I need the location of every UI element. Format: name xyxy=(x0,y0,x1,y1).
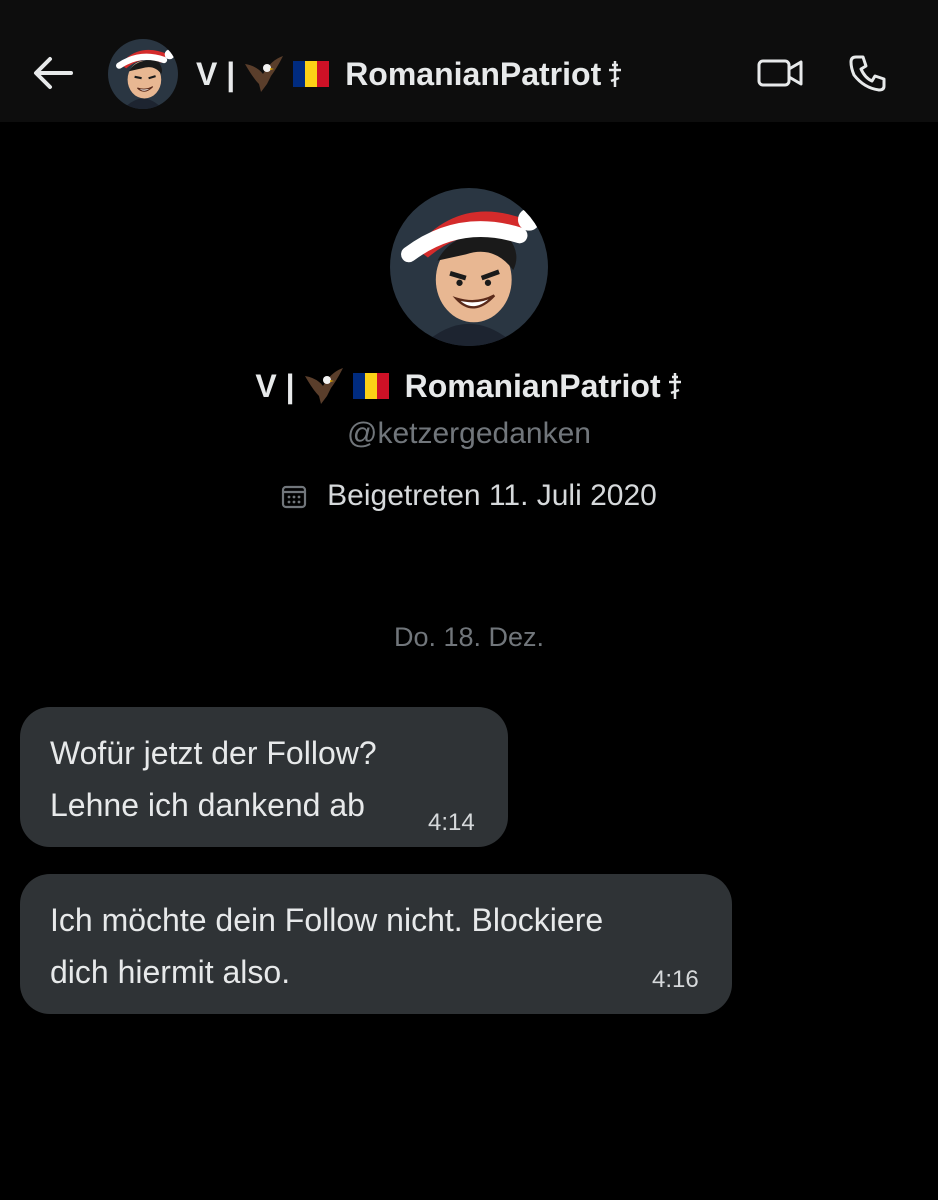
profile-display-name: RomanianPatriot xyxy=(404,367,661,404)
conversation-title[interactable]: V | RomanianPatriot xyxy=(196,54,623,94)
message-bubble[interactable]: Ich möchte dein Follow nicht. Blockiere … xyxy=(20,874,732,1014)
message-bubble[interactable]: Wofür jetzt der Follow? Lehne ich danken… xyxy=(20,707,508,847)
message-text: Wofür jetzt der Follow? Lehne ich danken… xyxy=(50,735,377,823)
conversation-name: RomanianPatriot xyxy=(345,55,602,92)
joined-date: Beigetreten 11. Juli 2020 xyxy=(0,479,938,513)
name-prefix: V | xyxy=(255,367,295,404)
message-time: 4:16 xyxy=(652,966,699,993)
profile-name: V | RomanianPatriot xyxy=(0,366,938,406)
video-call-button[interactable] xyxy=(754,50,806,96)
avatar-image xyxy=(390,188,548,346)
message-time: 4:14 xyxy=(428,809,475,836)
orthodox-cross-icon xyxy=(609,61,622,87)
avatar-image xyxy=(108,39,178,109)
date-separator: Do. 18. Dez. xyxy=(393,622,545,652)
message-text: Ich möchte dein Follow nicht. Blockiere … xyxy=(50,902,604,990)
romania-flag-icon xyxy=(293,61,330,87)
name-prefix: V | xyxy=(196,55,236,92)
orthodox-cross-icon xyxy=(668,373,681,399)
romania-flag-icon xyxy=(352,373,389,399)
joined-text: Beigetreten 11. Juli 2020 xyxy=(327,479,657,512)
calendar-icon xyxy=(281,483,307,509)
phone-call-icon xyxy=(849,55,886,92)
conversation-header: V | RomanianPatriot xyxy=(0,0,938,122)
profile-handle[interactable]: @ketzergedanken xyxy=(0,417,938,451)
arrow-left-icon xyxy=(34,57,73,89)
video-call-icon xyxy=(757,59,803,87)
eagle-emoji-icon xyxy=(304,368,343,404)
phone-call-button[interactable] xyxy=(842,50,894,96)
back-button[interactable] xyxy=(30,50,76,96)
profile-avatar[interactable] xyxy=(390,188,548,346)
avatar[interactable] xyxy=(108,39,178,109)
eagle-emoji-icon xyxy=(245,56,284,92)
